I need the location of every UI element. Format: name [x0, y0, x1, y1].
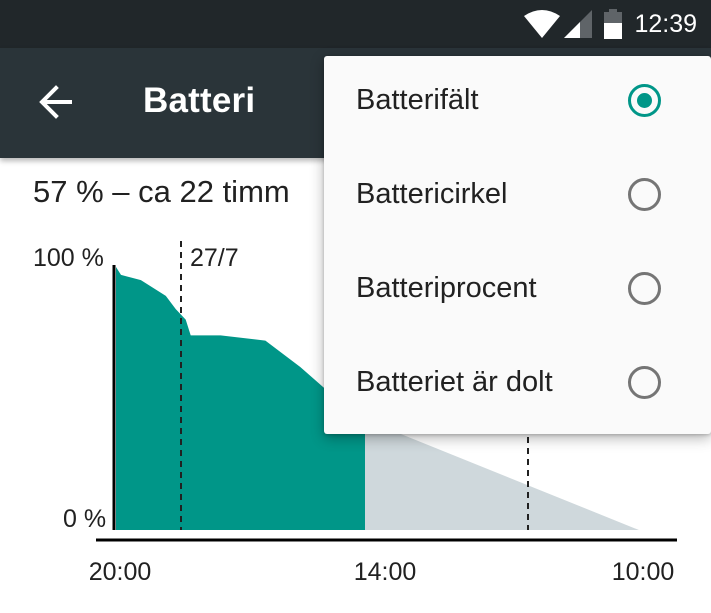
y-label-top: 100 %: [33, 244, 104, 272]
arrow-left-icon[interactable]: [36, 82, 76, 122]
y-label-bottom: 0 %: [63, 505, 106, 533]
menu-item-label: Batterifält: [356, 84, 479, 116]
date-marker-label: 27/7: [190, 244, 239, 272]
page-title: Batteri: [143, 81, 256, 120]
radio-unchecked-icon[interactable]: [628, 178, 661, 211]
x-tick-label: 10:00: [612, 558, 675, 586]
battery-summary: 57 % – ca 22 timm: [33, 174, 290, 209]
battery-icon: [604, 9, 623, 39]
menu-item-batterifalt[interactable]: Batterifält: [324, 56, 711, 150]
radio-checked-icon[interactable]: [628, 84, 661, 117]
status-time: 12:39: [634, 9, 697, 38]
menu-item-label: Batteriet är dolt: [356, 366, 553, 398]
wifi-icon: [524, 10, 561, 38]
radio-unchecked-icon[interactable]: [628, 366, 661, 399]
prediction-area: [365, 419, 639, 530]
x-tick-label: 14:00: [354, 558, 417, 586]
menu-item-batteriprocent[interactable]: Batteriprocent: [324, 244, 711, 338]
status-icons: 12:39: [524, 0, 697, 48]
menu-item-label: Batteriprocent: [356, 272, 537, 304]
x-tick-label: 20:00: [89, 558, 152, 586]
menu-item-batteriet-ar-dolt[interactable]: Batteriet är dolt: [324, 338, 711, 432]
status-bar: 12:39: [0, 0, 711, 48]
radio-unchecked-icon[interactable]: [628, 272, 661, 305]
battery-style-menu: Batterifält Battericirkel Batteriprocent…: [324, 56, 711, 434]
menu-item-label: Battericirkel: [356, 178, 508, 210]
menu-item-battericirkel[interactable]: Battericirkel: [324, 150, 711, 244]
signal-icon: [564, 10, 593, 38]
